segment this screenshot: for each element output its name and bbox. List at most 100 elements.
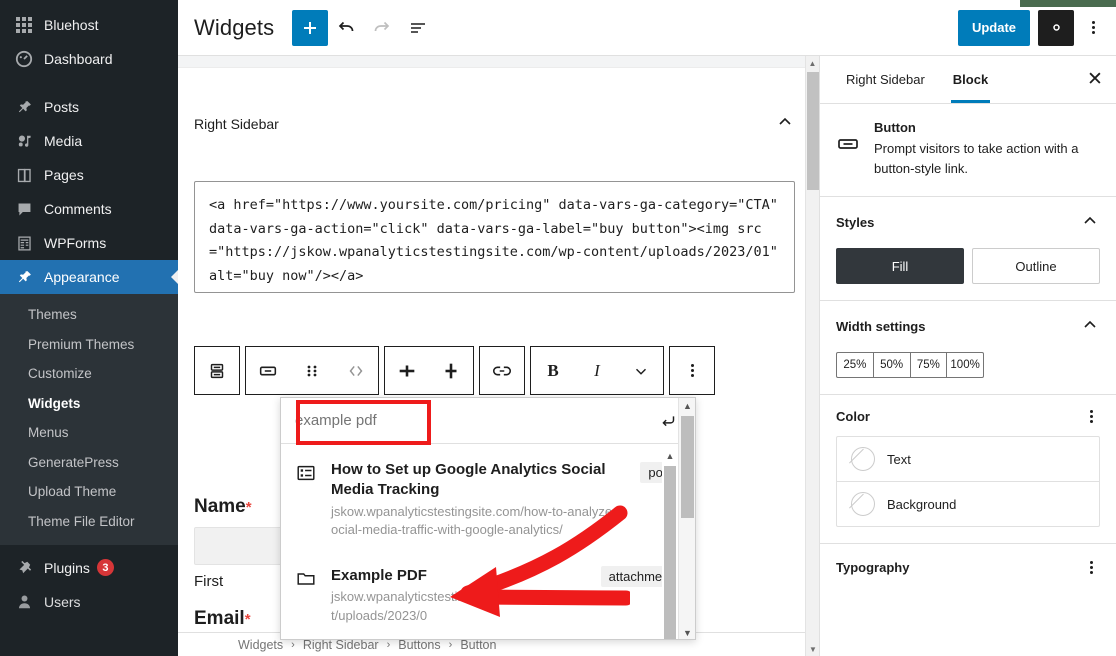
name-label-text: Name <box>194 496 246 517</box>
style-outline-button[interactable]: Outline <box>972 248 1100 284</box>
scroll-up-arrow-icon[interactable]: ▲ <box>679 398 696 414</box>
width-75-button[interactable]: 75% <box>910 352 948 378</box>
results-inner-scrollbar[interactable]: ▲ <box>662 448 678 640</box>
popover-scrollbar[interactable]: ▲ ▼ <box>678 398 695 640</box>
submenu-item-widgets[interactable]: Widgets <box>0 389 178 419</box>
scroll-down-arrow-icon[interactable]: ▼ <box>679 625 696 640</box>
scroll-up-arrow-icon[interactable]: ▲ <box>806 56 819 70</box>
color-row-text[interactable]: Text <box>837 437 1099 481</box>
submenu-item-customize[interactable]: Customize <box>0 359 178 389</box>
tab-block[interactable]: Block <box>939 56 1002 103</box>
update-button[interactable]: Update <box>958 10 1030 46</box>
plugins-update-badge: 3 <box>97 559 114 576</box>
style-fill-button[interactable]: Fill <box>836 248 964 284</box>
submenu-item-menus[interactable]: Menus <box>0 418 178 448</box>
sidebar-item-appearance[interactable]: Appearance <box>0 260 178 294</box>
color-section: Color Text Background <box>820 395 1116 544</box>
gear-icon[interactable] <box>1038 10 1074 46</box>
move-arrows-icon[interactable] <box>334 347 378 394</box>
chevron-up-icon[interactable] <box>1080 211 1100 234</box>
submenu-item-premium-themes[interactable]: Premium Themes <box>0 330 178 360</box>
width-title: Width settings <box>836 319 925 334</box>
scrollbar-thumb[interactable] <box>681 416 694 518</box>
list-item-body: How to Set up Google Analytics Social Me… <box>331 460 628 540</box>
width-50-button[interactable]: 50% <box>873 352 911 378</box>
folder-icon <box>295 566 319 626</box>
sidebar-item-media[interactable]: Media <box>0 124 178 158</box>
chevron-up-icon[interactable] <box>1080 315 1100 338</box>
sidebar-item-plugins[interactable]: Plugins 3 <box>0 551 178 585</box>
sidebar-item-dashboard[interactable]: Dashboard <box>0 42 178 76</box>
submenu-item-theme-file-editor[interactable]: Theme File Editor <box>0 507 178 537</box>
color-row-label: Background <box>887 497 956 512</box>
custom-html-block[interactable]: <a href="https://www.yoursite.com/pricin… <box>194 181 795 293</box>
bold-icon[interactable]: B <box>531 347 575 394</box>
widgets-editor-screen: Bluehost Dashboard Posts Media Pages <box>0 0 1116 656</box>
color-row-background[interactable]: Background <box>837 481 1099 526</box>
block-info-card: Button Prompt visitors to take action wi… <box>820 104 1116 197</box>
typography-section: Typography <box>820 544 1116 591</box>
widget-area-header[interactable]: Right Sidebar <box>194 86 795 135</box>
result-title: Example PDF <box>331 566 589 586</box>
block-description: Prompt visitors to take action with a bu… <box>874 139 1100 178</box>
block-info-text: Button Prompt visitors to take action wi… <box>874 120 1100 178</box>
result-title: How to Set up Google Analytics Social Me… <box>331 460 628 501</box>
undo-button[interactable] <box>328 10 364 46</box>
email-label-text: Email <box>194 608 245 629</box>
wp-admin-sidebar: Bluehost Dashboard Posts Media Pages <box>0 0 178 656</box>
scroll-down-arrow-icon[interactable]: ▼ <box>806 642 820 656</box>
dashboard-icon <box>13 49 35 69</box>
submenu-item-upload-theme[interactable]: Upload Theme <box>0 477 178 507</box>
drag-handle-icon[interactable] <box>290 347 334 394</box>
sidebar-item-bluehost[interactable]: Bluehost <box>0 8 178 42</box>
close-icon[interactable]: ✕ <box>1078 63 1112 97</box>
align-left-icon[interactable] <box>385 347 429 394</box>
submenu-item-themes[interactable]: Themes <box>0 300 178 330</box>
styles-header[interactable]: Styles <box>836 211 1100 234</box>
canvas-inner: Right Sidebar <a href="https://www.yours… <box>178 68 819 293</box>
sidebar-item-users[interactable]: Users <box>0 585 178 619</box>
width-header[interactable]: Width settings <box>836 315 1100 338</box>
sidebar-item-label: WPForms <box>44 236 106 250</box>
block-options-icon[interactable] <box>670 347 714 394</box>
chevron-down-icon[interactable] <box>619 347 663 394</box>
sidebar-item-label: Dashboard <box>44 52 113 66</box>
typography-title: Typography <box>836 560 909 575</box>
sidebar-item-label: Pages <box>44 168 84 182</box>
plug-icon <box>13 558 35 578</box>
tab-right-sidebar[interactable]: Right Sidebar <box>832 56 939 103</box>
no-color-swatch-icon <box>851 492 875 516</box>
submenu-item-generatepress[interactable]: GeneratePress <box>0 448 178 478</box>
sidebar-item-posts[interactable]: Posts <box>0 90 178 124</box>
list-view-button[interactable] <box>400 10 436 46</box>
editor-options-button[interactable] <box>1078 10 1108 46</box>
sidebar-item-comments[interactable]: Comments <box>0 192 178 226</box>
chevron-up-icon[interactable] <box>775 112 795 135</box>
scrollbar-thumb[interactable] <box>664 466 676 640</box>
user-icon <box>13 592 35 612</box>
width-100-button[interactable]: 100% <box>946 352 984 378</box>
width-25-button[interactable]: 25% <box>836 352 874 378</box>
align-center-icon[interactable] <box>429 347 473 394</box>
kebab-icon[interactable] <box>1082 410 1100 423</box>
list-item[interactable]: Example PDF jskow.wpanalyticstestingsite… <box>281 548 695 634</box>
add-block-button[interactable] <box>292 10 328 46</box>
toolbar-group-block <box>245 346 379 395</box>
sidebar-item-pages[interactable]: Pages <box>0 158 178 192</box>
button-block-icon[interactable] <box>246 347 290 394</box>
block-mover-icon[interactable] <box>195 347 239 394</box>
italic-icon[interactable]: I <box>575 347 619 394</box>
kebab-icon[interactable] <box>1082 561 1100 574</box>
link-icon[interactable] <box>480 347 524 394</box>
kebab-icon <box>683 364 701 377</box>
toolbar-group-link <box>479 346 525 395</box>
canvas-scrollbar[interactable]: ▲ ▼ <box>805 56 819 656</box>
breadcrumb-item-widgets[interactable]: Widgets <box>238 638 283 652</box>
sidebar-item-wpforms[interactable]: WPForms <box>0 226 178 260</box>
scrollbar-thumb[interactable] <box>807 72 819 190</box>
redo-button[interactable] <box>364 10 400 46</box>
toolbar-group-options <box>669 346 715 395</box>
list-item[interactable]: How to Set up Google Analytics Social Me… <box>281 452 695 548</box>
scroll-up-arrow-icon[interactable]: ▲ <box>662 448 678 464</box>
link-search-input[interactable] <box>281 399 651 443</box>
